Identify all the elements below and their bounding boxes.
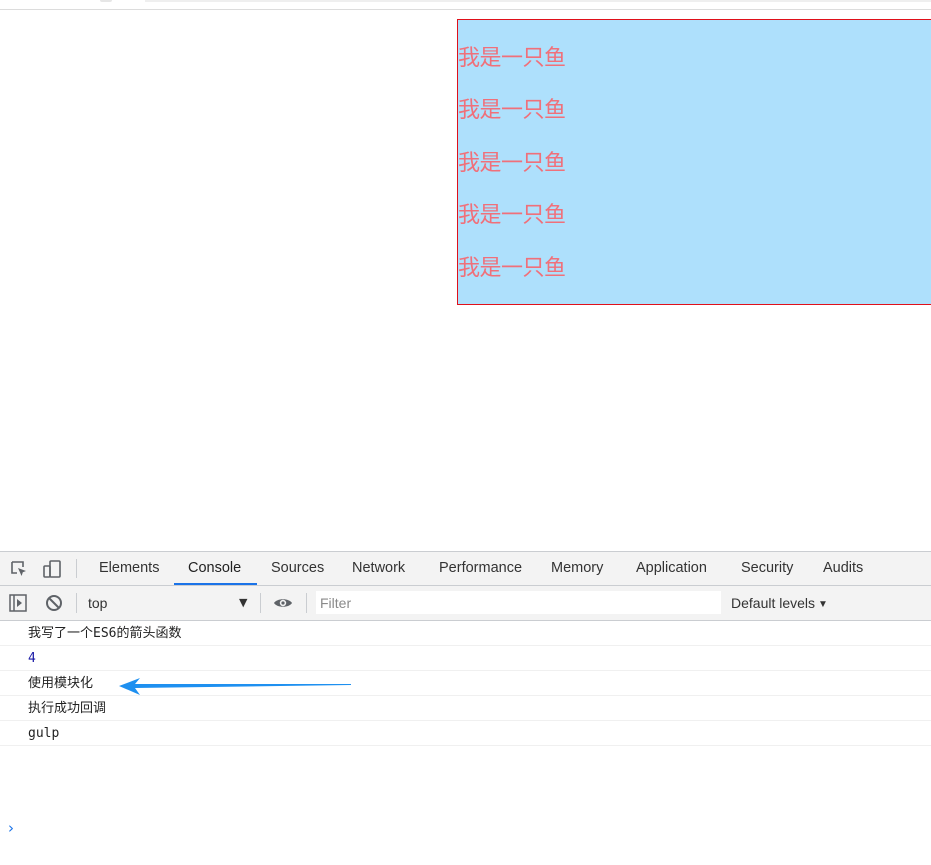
filter-input[interactable] <box>316 591 721 614</box>
fish-text: 我是一只鱼 <box>458 256 566 281</box>
console-message-text: 执行成功回调 <box>28 701 107 716</box>
toolbar-divider <box>306 593 307 613</box>
fish-text: 我是一只鱼 <box>458 203 566 228</box>
tab-memory[interactable]: Memory <box>551 552 603 585</box>
chevron-down-icon[interactable]: ▼ <box>239 586 247 620</box>
toolbar-divider <box>260 593 261 613</box>
tab-sources[interactable]: Sources <box>271 552 324 585</box>
inspect-element-icon[interactable] <box>9 559 29 579</box>
toolbar-divider <box>76 593 77 613</box>
chevron-down-icon: ▼ <box>818 599 828 610</box>
tab-performance[interactable]: Performance <box>439 552 522 585</box>
devtools-tabbar: Elements Console Sources Network Perform… <box>0 552 931 586</box>
tab-elements[interactable]: Elements <box>99 552 159 585</box>
console-prompt[interactable]: › <box>8 819 14 837</box>
device-toolbar-icon[interactable] <box>42 559 62 579</box>
browser-top-strip <box>0 0 931 10</box>
devtools-panel: Elements Console Sources Network Perform… <box>0 551 931 865</box>
show-sidebar-icon[interactable] <box>9 594 27 612</box>
clear-console-icon[interactable] <box>45 594 63 612</box>
tab-audits[interactable]: Audits <box>823 552 863 585</box>
annotation-arrow-icon <box>119 678 351 695</box>
context-selector[interactable]: top <box>88 586 107 620</box>
console-message: 我写了一个ES6的箭头函数 <box>0 621 931 646</box>
console-toolbar: top ▼ Default levels▼ <box>0 586 931 621</box>
tab-console[interactable]: Console <box>188 552 241 585</box>
tab-edge <box>100 0 112 2</box>
tab-security[interactable]: Security <box>741 552 793 585</box>
tab-application[interactable]: Application <box>636 552 707 585</box>
fish-text: 我是一只鱼 <box>458 98 566 123</box>
active-tab-indicator <box>174 583 257 585</box>
levels-label: Default levels <box>731 595 816 611</box>
console-message-text: 我写了一个ES6的箭头函数 <box>28 626 182 641</box>
console-message-text: 使用模块化 <box>28 676 94 691</box>
fish-text: 我是一只鱼 <box>458 151 566 176</box>
tab-network[interactable]: Network <box>352 552 405 585</box>
toolbar-divider <box>76 559 77 578</box>
console-message: 执行成功回调 <box>0 696 931 721</box>
console-message: 4 <box>0 646 931 671</box>
default-levels-dropdown[interactable]: Default levels ▼ <box>731 586 828 620</box>
fish-box: 我是一只鱼 我是一只鱼 我是一只鱼 我是一只鱼 我是一只鱼 <box>457 19 931 305</box>
console-message: gulp <box>0 721 931 746</box>
live-expression-eye-icon[interactable] <box>273 595 292 613</box>
console-message-text: gulp <box>28 726 60 741</box>
address-bar-edge <box>145 0 931 2</box>
fish-text: 我是一只鱼 <box>458 46 566 71</box>
console-message-number: 4 <box>28 651 36 666</box>
